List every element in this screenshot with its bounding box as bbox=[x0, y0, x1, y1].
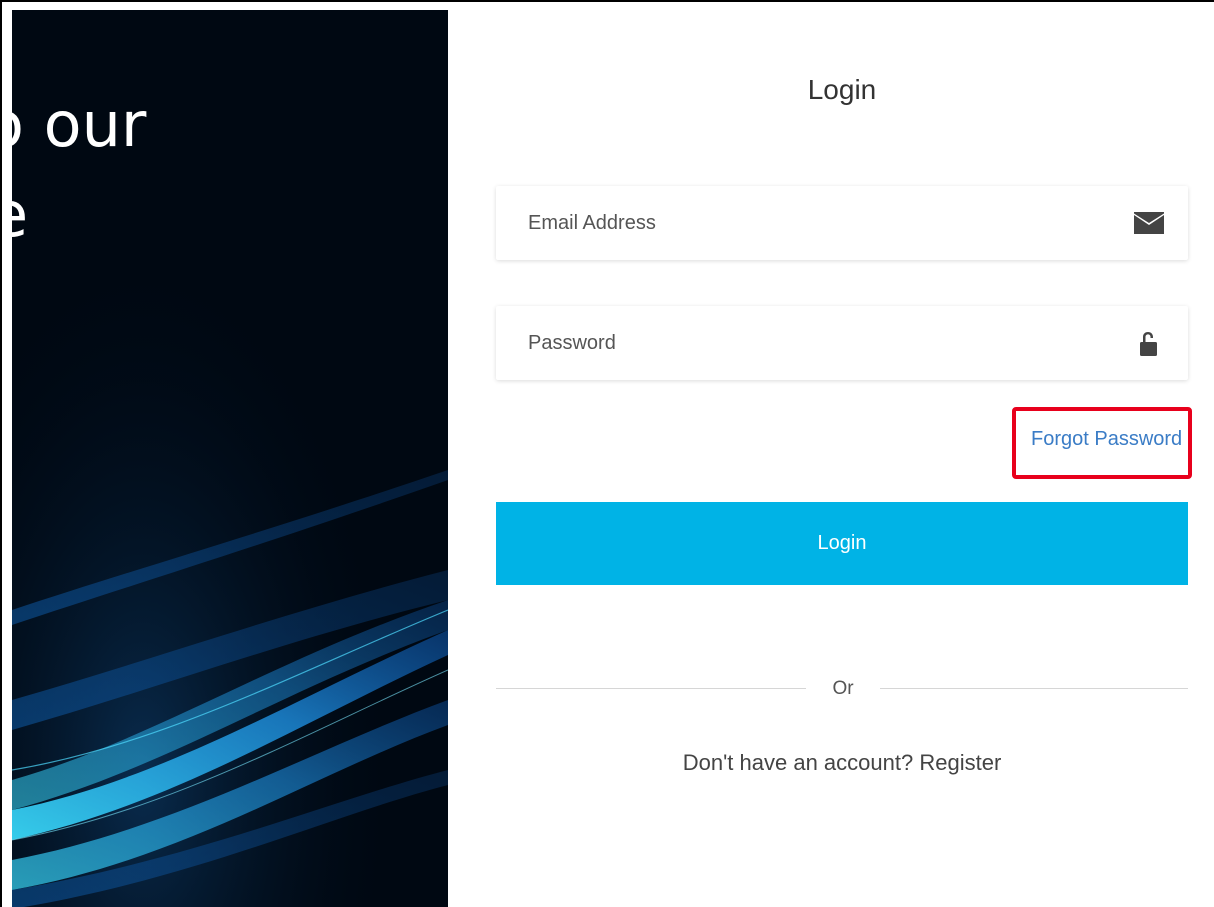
divider-rule-left bbox=[496, 688, 806, 689]
envelope-icon bbox=[1134, 212, 1164, 234]
hero-headline-line1: o our bbox=[12, 88, 147, 161]
password-input[interactable] bbox=[528, 306, 1108, 380]
hero-headline: o our e bbox=[12, 80, 146, 260]
password-field-wrapper bbox=[496, 306, 1188, 380]
form-title: Login bbox=[807, 74, 877, 105]
unlock-icon bbox=[1140, 332, 1157, 356]
email-input[interactable] bbox=[528, 186, 1108, 260]
register-prompt: Don't have an account? Register bbox=[496, 750, 1188, 776]
register-prompt-text: Don't have an account? bbox=[682, 750, 914, 775]
email-field-wrapper bbox=[496, 186, 1188, 260]
register-link[interactable]: Register bbox=[919, 750, 1001, 775]
divider-rule-right bbox=[880, 688, 1188, 689]
or-divider: Or bbox=[496, 678, 1188, 708]
login-button[interactable]: Login bbox=[496, 502, 1188, 585]
hero-panel: o our e bbox=[12, 10, 448, 907]
login-form: Login Forgot Password Login Or Don't hav… bbox=[496, 10, 1192, 907]
app-frame: o our e Login Forgot Password Login Or bbox=[0, 0, 1214, 907]
divider-label: Or bbox=[832, 678, 854, 699]
forgot-password-link[interactable]: Forgot Password bbox=[1031, 428, 1182, 451]
hero-headline-line2: e bbox=[12, 170, 146, 260]
